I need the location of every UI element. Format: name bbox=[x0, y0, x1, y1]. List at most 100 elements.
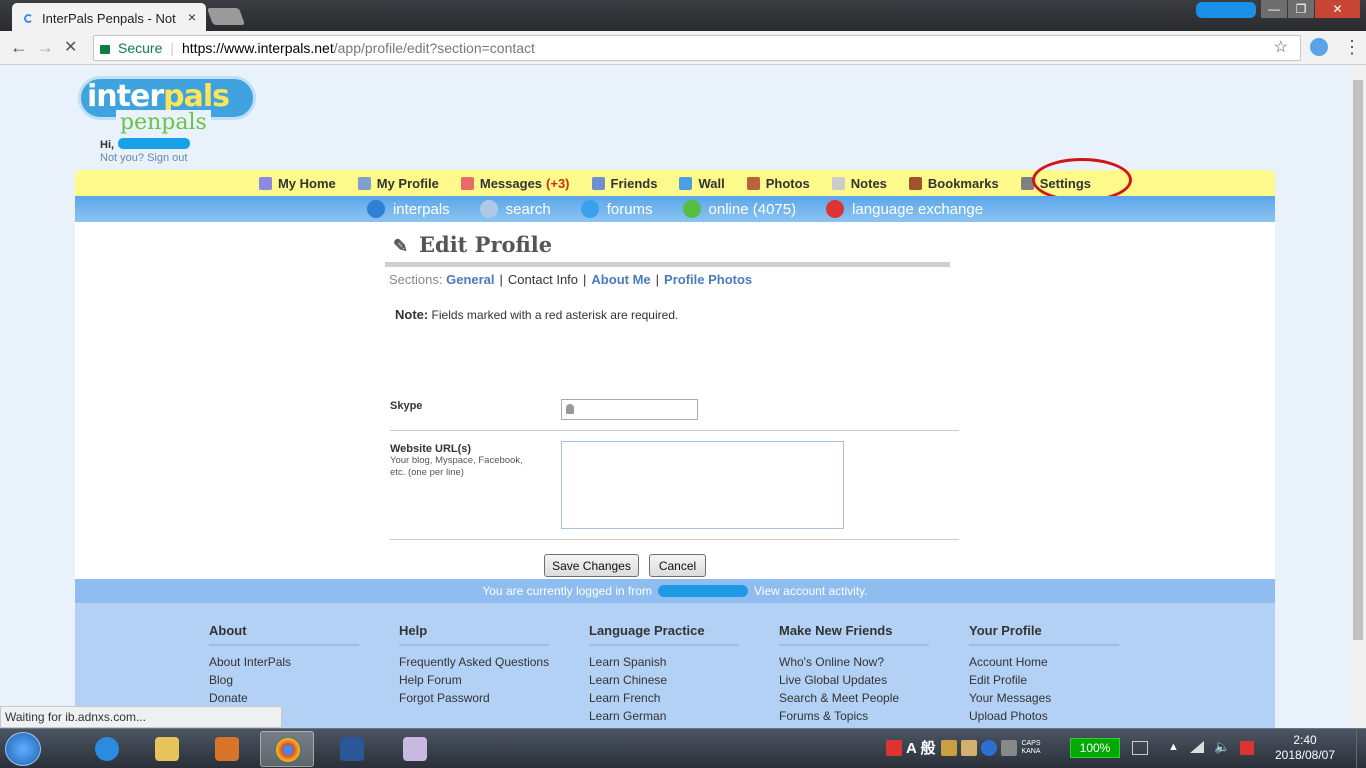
maximize-button[interactable]: ❐ bbox=[1288, 0, 1314, 18]
edit-profile-panel: ✎ Edit Profile Sections: General | Contact … bbox=[75, 222, 1275, 579]
window-close-button[interactable]: ✕ bbox=[1315, 0, 1360, 18]
taskbar-media[interactable] bbox=[200, 731, 254, 767]
address-bar[interactable]: Secure | https://www.interpals.net/app/pro… bbox=[93, 35, 1301, 61]
action-center-icon[interactable] bbox=[1240, 741, 1254, 755]
subnav-language-exchange[interactable]: language exchange bbox=[826, 200, 983, 218]
taskbar-paint[interactable] bbox=[388, 731, 442, 767]
footer-link-learn-french[interactable]: Learn French bbox=[589, 689, 739, 707]
online-user-icon bbox=[682, 200, 701, 218]
signout-link[interactable]: Not you? Sign out bbox=[100, 152, 187, 164]
home-icon bbox=[258, 176, 272, 190]
subnav-interpals[interactable]: interpals bbox=[366, 200, 450, 218]
section-general[interactable]: General bbox=[446, 272, 494, 287]
nav-my-home[interactable]: My Home bbox=[258, 176, 336, 191]
website-label: Website URL(s) bbox=[390, 443, 472, 455]
tray-package-icon[interactable] bbox=[961, 739, 978, 756]
section-tabs: Sections: General | Contact Info | About Me |… bbox=[389, 272, 753, 287]
page-scrollbar[interactable] bbox=[1350, 66, 1366, 728]
account-activity-link[interactable]: View account activity. bbox=[754, 584, 868, 598]
media-player-icon bbox=[215, 737, 239, 761]
footer-link-donate[interactable]: Donate bbox=[209, 689, 359, 707]
globe-icon bbox=[366, 200, 385, 218]
stop-loading-button[interactable]: ✕ bbox=[64, 37, 77, 57]
back-button[interactable]: ← bbox=[10, 37, 28, 58]
section-about-me[interactable]: About Me bbox=[591, 272, 650, 287]
subnav-forums[interactable]: forums bbox=[580, 200, 653, 218]
nav-bookmarks[interactable]: Bookmarks bbox=[908, 176, 999, 191]
footer-link-search-meet-people[interactable]: Search & Meet People bbox=[779, 689, 929, 707]
footer-link-forums-topics[interactable]: Forums & Topics bbox=[779, 707, 929, 725]
footer-link-learn-spanish[interactable]: Learn Spanish bbox=[589, 653, 739, 671]
nav-notes[interactable]: Notes bbox=[831, 175, 887, 191]
tray-app-icon[interactable] bbox=[886, 739, 902, 756]
footer-link-account-home[interactable]: Account Home bbox=[969, 653, 1119, 671]
show-hidden-icons[interactable]: ▲ bbox=[1168, 741, 1179, 753]
browser-menu-icon[interactable]: ⋮ bbox=[1343, 37, 1361, 58]
loading-spinner-icon bbox=[24, 14, 33, 23]
footer-link-edit-profile[interactable]: Edit Profile bbox=[969, 671, 1119, 689]
forward-button[interactable]: → bbox=[36, 37, 54, 58]
volume-icon[interactable]: 🔈 bbox=[1214, 739, 1230, 755]
browser-tab[interactable]: InterPals Penpals - Not × bbox=[12, 3, 206, 31]
network-icon[interactable] bbox=[1190, 741, 1204, 753]
taskbar-word[interactable] bbox=[325, 731, 379, 767]
subnav-search[interactable]: search bbox=[479, 200, 551, 218]
start-button[interactable] bbox=[5, 732, 41, 766]
browser-toolbar: ← → ✕ Secure | https://www.interpals.net/a… bbox=[0, 31, 1366, 65]
footer-link-live-global-updates[interactable]: Live Global Updates bbox=[779, 671, 929, 689]
ime-indicator[interactable]: A 般 bbox=[906, 737, 935, 758]
footer-link-who-s-online-now[interactable]: Who's Online Now? bbox=[779, 653, 929, 671]
footer-link-frequently-asked-questions[interactable]: Frequently Asked Questions bbox=[399, 653, 549, 671]
ip-redacted bbox=[658, 585, 749, 597]
taskbar-explorer[interactable] bbox=[140, 731, 194, 767]
extension-icon[interactable] bbox=[1310, 38, 1328, 56]
nav-photos[interactable]: Photos bbox=[746, 175, 810, 191]
page-viewport: interpals penpals Hi, Not you? Sign out … bbox=[0, 66, 1350, 728]
tray-tool-icon[interactable] bbox=[1001, 739, 1018, 756]
footer-link-learn-german[interactable]: Learn German bbox=[589, 707, 739, 725]
minimize-button[interactable]: — bbox=[1261, 0, 1287, 18]
nav-label: Photos bbox=[765, 175, 810, 191]
magnifier-icon bbox=[479, 200, 498, 218]
profile-avatar[interactable] bbox=[1196, 2, 1256, 18]
skype-input[interactable] bbox=[561, 399, 698, 420]
footer-link-upload-photos[interactable]: Upload Photos bbox=[969, 707, 1119, 725]
nav-messages[interactable]: Messages (+3) bbox=[460, 175, 570, 191]
folder-icon bbox=[155, 737, 179, 761]
bookmark-star-icon[interactable]: ☆ bbox=[1274, 36, 1288, 60]
website-hint: Your blog, Myspace, Facebook, etc. (one … bbox=[390, 455, 523, 478]
tab-close-icon[interactable]: × bbox=[188, 9, 196, 25]
footer-link-forgot-password[interactable]: Forgot Password bbox=[399, 689, 549, 707]
taskbar-ie[interactable] bbox=[80, 731, 134, 767]
footer-link-about-interpals[interactable]: About InterPals bbox=[209, 653, 359, 671]
paint-icon bbox=[403, 737, 427, 761]
footer-link-your-messages[interactable]: Your Messages bbox=[969, 689, 1119, 707]
help-icon[interactable] bbox=[981, 739, 998, 756]
save-changes-button[interactable]: Save Changes bbox=[544, 554, 639, 577]
footer-link-blog[interactable]: Blog bbox=[209, 671, 359, 689]
cancel-button[interactable]: Cancel bbox=[649, 554, 706, 577]
website-textarea[interactable] bbox=[561, 441, 844, 529]
footer-link-help-forum[interactable]: Help Forum bbox=[399, 671, 549, 689]
section-profile-photos[interactable]: Profile Photos bbox=[664, 272, 752, 287]
nav-my-profile[interactable]: My Profile bbox=[357, 176, 439, 191]
nav-friends[interactable]: Friends bbox=[591, 176, 657, 191]
plug-icon[interactable] bbox=[1132, 741, 1148, 755]
field-divider bbox=[390, 539, 959, 540]
battery-indicator[interactable]: 100% bbox=[1070, 738, 1120, 758]
nav-label: Notes bbox=[850, 175, 887, 191]
taskbar-chrome[interactable] bbox=[260, 731, 314, 767]
system-clock[interactable]: 2:40 2018/08/07 bbox=[1268, 733, 1342, 763]
tray-toolbox-icon[interactable] bbox=[941, 739, 958, 756]
subnav-online-4075[interactable]: online (4075) bbox=[682, 200, 797, 218]
scrollbar-thumb[interactable] bbox=[1353, 80, 1363, 640]
username-redacted bbox=[118, 138, 191, 149]
footer-heading: Help bbox=[399, 623, 549, 646]
show-desktop-button[interactable] bbox=[1356, 729, 1366, 768]
messages-count-badge: (+3) bbox=[546, 175, 570, 191]
new-tab-button[interactable] bbox=[206, 8, 246, 25]
nav-wall[interactable]: Wall bbox=[679, 176, 725, 191]
subnav-label: online (4075) bbox=[708, 200, 797, 218]
footer-link-learn-chinese[interactable]: Learn Chinese bbox=[589, 671, 739, 689]
subnav-label: interpals bbox=[392, 200, 450, 218]
